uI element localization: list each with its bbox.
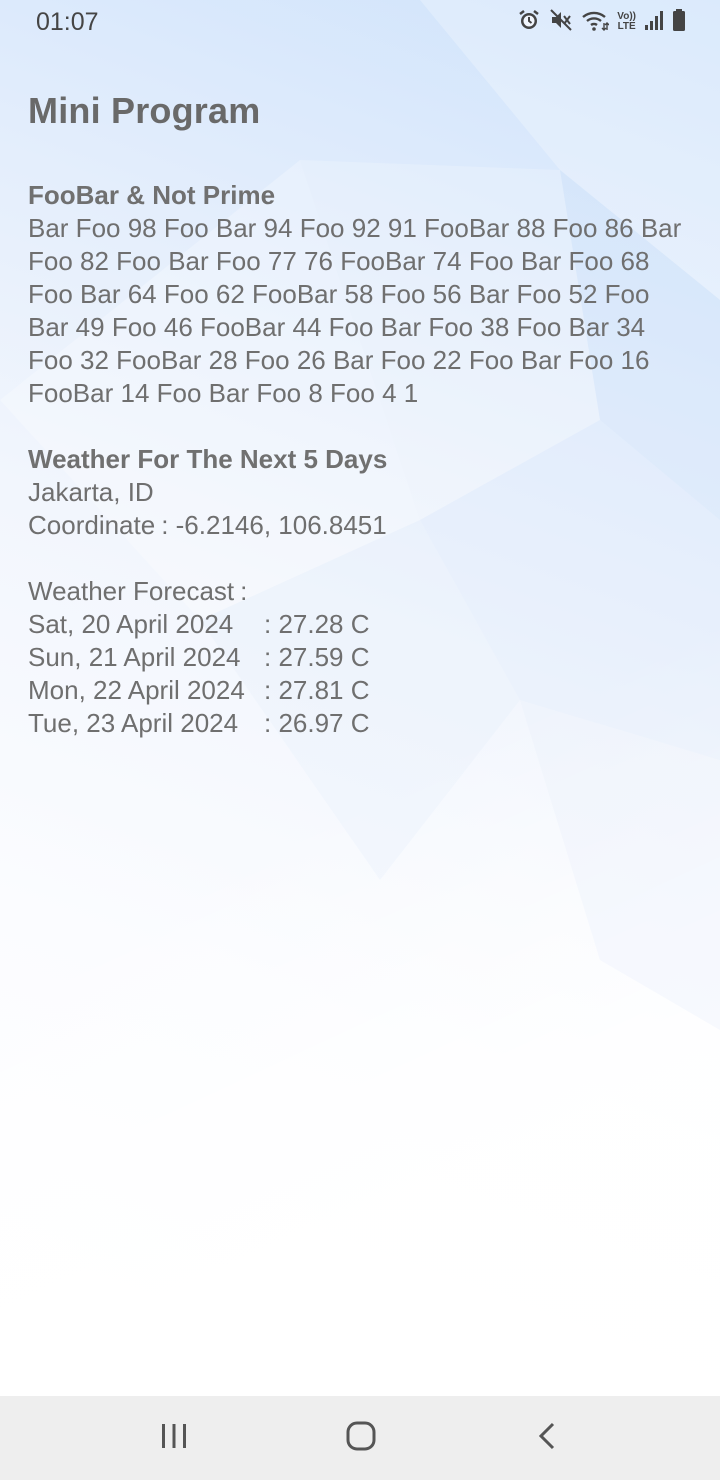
forecast-row: Sat, 20 April 2024 : 27.28 C [28, 608, 694, 641]
main-content: Mini Program FooBar & Not Prime Bar Foo … [28, 90, 694, 740]
status-icons: Vo)) LTE [517, 8, 686, 36]
weather-location: Jakarta, ID [28, 477, 154, 507]
foobar-section-title: FooBar & Not Prime [28, 180, 276, 210]
forecast-row: Tue, 23 April 2024 : 26.97 C [28, 707, 694, 740]
navigation-bar [0, 1396, 720, 1480]
wifi-icon [581, 8, 610, 37]
alarm-icon [517, 8, 541, 37]
status-time: 01:07 [36, 8, 99, 36]
forecast-heading: Weather Forecast : [28, 575, 694, 608]
home-icon [345, 1420, 377, 1457]
mute-icon [549, 8, 573, 37]
status-bar: 01:07 Vo)) LTE [0, 0, 720, 44]
forecast-temp: : 26.97 C [264, 708, 370, 738]
battery-icon [672, 8, 686, 37]
coordinate-value: : -6.2146, 106.8451 [161, 510, 387, 540]
forecast-date: Tue, 23 April 2024 [28, 708, 239, 738]
forecast-date: Sun, 21 April 2024 [28, 642, 241, 672]
coordinate-label: Coordinate [28, 510, 156, 540]
weather-coordinate: Coordinate : -6.2146, 106.8451 [28, 509, 694, 542]
volte-icon: Vo)) LTE [617, 11, 636, 32]
back-icon [533, 1421, 563, 1456]
foobar-result-text: Bar Foo 98 Foo Bar 94 Foo 92 91 FooBar 8… [28, 213, 682, 408]
home-button[interactable] [331, 1414, 391, 1462]
forecast-temp: : 27.28 C [264, 609, 370, 639]
back-button[interactable] [518, 1414, 578, 1462]
forecast-row: Mon, 22 April 2024 : 27.81 C [28, 674, 694, 707]
forecast-colon: : [240, 576, 248, 606]
forecast-row: Sun, 21 April 2024 : 27.59 C [28, 641, 694, 674]
weather-section-title: Weather For The Next 5 Days [28, 444, 388, 474]
forecast-label: Weather Forecast [28, 576, 235, 606]
recent-apps-icon [159, 1421, 189, 1456]
forecast-date: Mon, 22 April 2024 [28, 675, 245, 705]
recent-apps-button[interactable] [144, 1414, 204, 1462]
forecast-temp: : 27.59 C [264, 642, 370, 672]
forecast-temp: : 27.81 C [264, 675, 370, 705]
page-title: Mini Program [28, 90, 261, 131]
forecast-date: Sat, 20 April 2024 [28, 609, 234, 639]
signal-icon [644, 8, 664, 37]
